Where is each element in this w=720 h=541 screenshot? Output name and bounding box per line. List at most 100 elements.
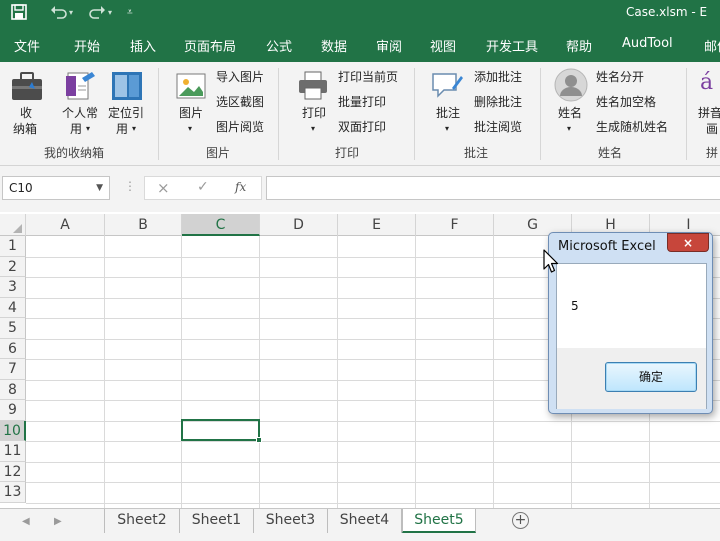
ok-button[interactable]: 确定	[605, 362, 697, 392]
row-header[interactable]: 4	[0, 297, 26, 318]
personal-common-label-2: 用	[70, 122, 83, 136]
row-header[interactable]: 6	[0, 338, 26, 359]
picture-browse-button[interactable]: 图片阅览	[216, 120, 264, 134]
sheet-tab-active[interactable]: Sheet5	[402, 509, 476, 533]
column-header[interactable]: B	[105, 214, 182, 236]
redo-dropdown-icon[interactable]: ▾	[108, 3, 112, 23]
storage-button-label-1: 收	[20, 106, 33, 120]
print-current-page-button[interactable]: 打印当前页	[338, 70, 398, 84]
group-label-picture: 图片	[206, 146, 231, 160]
group-label-pinyin: 拼	[706, 146, 719, 160]
locate-reference-icon	[112, 72, 142, 100]
column-header[interactable]: E	[338, 214, 416, 236]
locate-reference-label-1: 定位引	[108, 106, 145, 120]
split-name-button[interactable]: 姓名分开	[596, 70, 644, 84]
row-header[interactable]: 5	[0, 318, 26, 339]
locate-reference-label-2: 用	[116, 122, 129, 136]
column-header[interactable]: D	[260, 214, 338, 236]
sheet-tab[interactable]: Sheet2	[104, 509, 180, 533]
tab-home[interactable]: 开始	[74, 36, 100, 55]
tab-mail[interactable]: 邮件	[704, 36, 720, 55]
storage-button-label-2: 纳箱	[13, 122, 38, 136]
toolbox-icon	[12, 72, 42, 100]
dialog-title: Microsoft Excel	[558, 239, 656, 254]
window-title: Case.xlsm - E	[626, 5, 708, 19]
import-picture-button[interactable]: 导入图片	[216, 70, 264, 84]
column-header-selected[interactable]: C	[182, 214, 260, 236]
select-all-corner[interactable]	[0, 214, 26, 236]
tab-formulas[interactable]: 公式	[266, 36, 292, 55]
cancel-icon[interactable]: ×	[157, 179, 170, 197]
row-header[interactable]: 2	[0, 256, 26, 277]
chevron-down-icon: ▾	[188, 124, 193, 133]
dialog-message: 5	[571, 299, 579, 313]
save-icon[interactable]	[11, 4, 27, 20]
delete-comment-button[interactable]: 删除批注	[474, 95, 522, 109]
comment-button-label: 批注	[436, 106, 461, 120]
formula-bar-grip-icon: ⋮	[124, 179, 136, 193]
message-box-dialog: Microsoft Excel × 5 确定	[548, 232, 713, 414]
add-comment-button[interactable]: 添加批注	[474, 70, 522, 84]
sheet-tab[interactable]: Sheet3	[254, 509, 328, 533]
name-button-label: 姓名	[558, 106, 583, 120]
row-header-selected[interactable]: 10	[0, 420, 26, 441]
pinyin-icon: á	[700, 70, 714, 95]
row-header[interactable]: 8	[0, 379, 26, 400]
ribbon-tabs: 文件 开始 插入 页面布局 公式 数据 审阅 视图 开发工具 帮助 AudToo…	[0, 26, 720, 62]
ribbon: 收 纳箱 个人常 用 ▾ 定位引 用 ▾ 我的收纳箱 图片 ▾ 导入图片 选区截…	[0, 62, 720, 166]
duplex-print-button[interactable]: 双面打印	[338, 120, 386, 134]
formula-input[interactable]	[266, 176, 720, 200]
fill-handle[interactable]	[256, 437, 262, 443]
tab-view[interactable]: 视图	[430, 36, 456, 55]
sheet-tab[interactable]: Sheet1	[180, 509, 254, 533]
tab-review[interactable]: 审阅	[376, 36, 402, 55]
tab-page-layout[interactable]: 页面布局	[184, 36, 236, 55]
column-header[interactable]: F	[416, 214, 494, 236]
row-header[interactable]: 11	[0, 441, 26, 462]
batch-print-button[interactable]: 批量打印	[338, 95, 386, 109]
name-add-space-button[interactable]: 姓名加空格	[596, 95, 656, 109]
dialog-body: 5 确定	[556, 263, 707, 409]
row-header[interactable]: 12	[0, 461, 26, 482]
tab-audtool[interactable]: AudTool	[622, 36, 673, 51]
chevron-down-icon[interactable]: ▼	[96, 177, 103, 199]
close-button[interactable]: ×	[667, 233, 709, 252]
customize-qat-icon[interactable]: ⩡	[127, 3, 133, 23]
comment-browse-button[interactable]: 批注阅览	[474, 120, 522, 134]
comment-icon	[432, 73, 463, 98]
undo-icon[interactable]	[50, 5, 68, 19]
enter-icon[interactable]: ✓	[197, 179, 209, 195]
printer-icon	[299, 71, 327, 100]
mouse-cursor-icon	[543, 249, 559, 273]
undo-dropdown-icon[interactable]: ▾	[69, 3, 73, 23]
row-header[interactable]: 3	[0, 277, 26, 298]
ribbon-divider	[540, 68, 541, 160]
insert-function-icon[interactable]: fx	[235, 180, 246, 194]
active-cell[interactable]	[181, 419, 262, 443]
row-header[interactable]: 1	[0, 236, 26, 257]
tab-developer[interactable]: 开发工具	[486, 36, 538, 55]
name-box[interactable]: C10 ▼	[2, 176, 110, 200]
picture-icon	[176, 73, 206, 99]
add-sheet-button[interactable]: +	[512, 512, 529, 529]
row-header[interactable]: 9	[0, 400, 26, 421]
region-screenshot-button[interactable]: 选区截图	[216, 95, 264, 109]
tab-file[interactable]: 文件	[14, 36, 40, 55]
tab-data[interactable]: 数据	[321, 36, 347, 55]
chevron-down-icon: ▾	[132, 124, 137, 133]
scroll-right-icon[interactable]: ▶	[54, 516, 62, 527]
row-header[interactable]: 13	[0, 482, 26, 503]
scroll-left-icon[interactable]: ◀	[22, 516, 30, 527]
tab-help[interactable]: 帮助	[566, 36, 592, 55]
chevron-down-icon: ▾	[311, 124, 316, 133]
picture-button-label: 图片	[179, 106, 204, 120]
random-name-button[interactable]: 生成随机姓名	[596, 120, 668, 134]
redo-icon[interactable]	[88, 5, 106, 19]
row-header[interactable]: 7	[0, 359, 26, 380]
column-header[interactable]: A	[26, 214, 105, 236]
sheet-tab[interactable]: Sheet4	[328, 509, 402, 533]
tab-insert[interactable]: 插入	[130, 36, 156, 55]
group-label-my-toolbox: 我的收纳箱	[44, 146, 105, 160]
chevron-down-icon: ▾	[567, 124, 572, 133]
grid-line	[26, 482, 720, 483]
